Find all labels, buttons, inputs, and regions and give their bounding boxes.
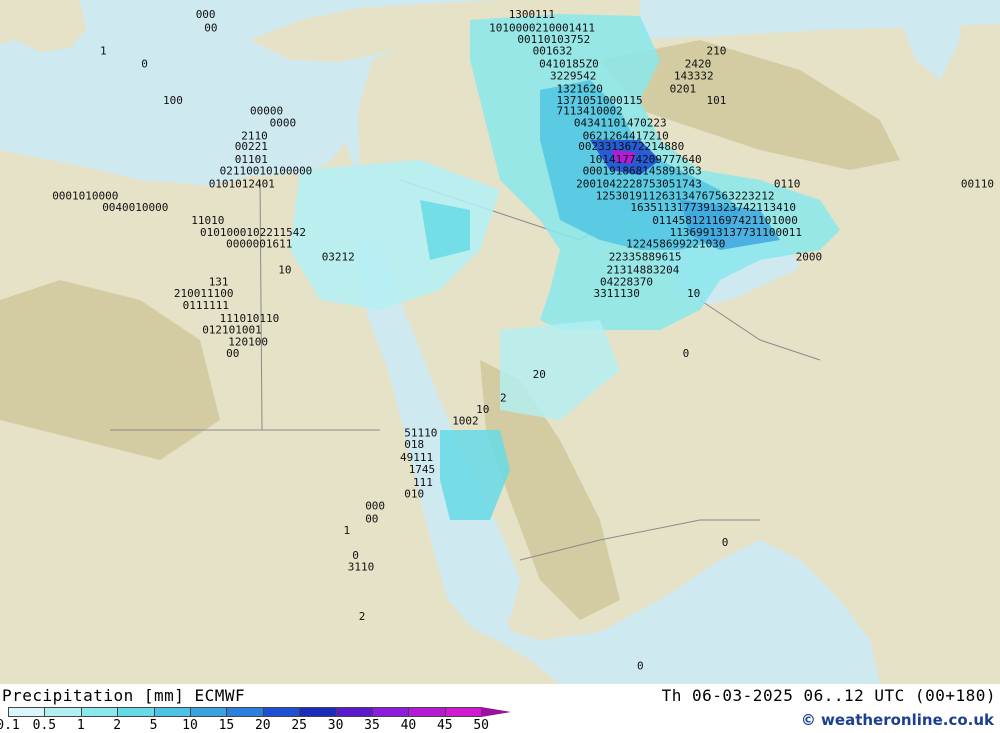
precip-value: 00110 bbox=[961, 178, 994, 191]
precip-value: 22335889615 bbox=[609, 251, 682, 264]
legend-tick-label: 0.5 bbox=[32, 718, 57, 733]
precip-value: 0110 bbox=[774, 178, 801, 191]
precip-value: 0101012401 bbox=[209, 178, 275, 191]
precip-value: 02110010100000 bbox=[220, 165, 313, 178]
legend-tick-label: 5 bbox=[149, 718, 158, 733]
precip-value: 2000 bbox=[796, 251, 823, 264]
valid-time-label: Th 06-03-2025 06..12 UTC (00+180) bbox=[661, 686, 996, 705]
precip-value: 0000 bbox=[270, 116, 297, 129]
precip-value: 1002 bbox=[452, 415, 479, 428]
legend-arrow bbox=[481, 707, 512, 717]
precip-value: 00 bbox=[204, 21, 217, 34]
legend-swatch bbox=[371, 707, 409, 717]
precip-value: 000 bbox=[196, 8, 216, 21]
precip-value: 00 bbox=[365, 512, 378, 525]
legend-tick-label: 10 bbox=[182, 718, 198, 733]
precipitation-map: 1300111 1010000210001411 00110103752 001632… bbox=[0, 0, 1000, 684]
legend-swatch bbox=[189, 707, 227, 717]
legend-swatch bbox=[117, 707, 154, 717]
legend-tick-labels: 0.1 0.5 1 2 5 10 15 20 25 30 35 40 45 50 bbox=[0, 718, 520, 733]
precip-value: 20 bbox=[533, 368, 546, 381]
legend-tick-label: 20 bbox=[254, 718, 271, 733]
precip-value: 210 bbox=[707, 45, 727, 58]
precip-value: 0 bbox=[722, 536, 729, 549]
legend-tick-label: 50 bbox=[473, 718, 490, 733]
precip-value: 010 bbox=[404, 488, 424, 501]
precip-value: 0111111 bbox=[183, 299, 229, 312]
legend-swatch bbox=[262, 707, 300, 717]
precip-value: 0201 bbox=[670, 83, 697, 96]
precip-value: 2 bbox=[359, 610, 366, 623]
legend-tick-label: 35 bbox=[364, 718, 380, 733]
legend-swatch bbox=[226, 707, 263, 717]
credit-link[interactable]: © weatheronline.co.uk bbox=[801, 711, 994, 729]
precip-value: 0 bbox=[637, 660, 644, 673]
precip-value: 0 bbox=[683, 347, 690, 360]
legend-tick-label: 15 bbox=[218, 718, 235, 733]
precip-value: 0 bbox=[141, 58, 148, 71]
precip-value: 0023313672214880 bbox=[578, 140, 684, 153]
precip-value: 2 bbox=[500, 391, 507, 404]
legend-tick-label: 30 bbox=[327, 718, 344, 733]
precip-value: 1 bbox=[100, 45, 107, 58]
precip-value: 018 bbox=[404, 438, 424, 451]
precip-value: 001632 bbox=[533, 45, 573, 58]
precip-value: 3311130 bbox=[594, 287, 640, 300]
precip-value: 00 bbox=[226, 347, 239, 360]
precip-value: 3229542 bbox=[550, 70, 596, 83]
precip-value: 3110 bbox=[348, 561, 375, 574]
precip-value: 1745 bbox=[409, 463, 436, 476]
precip-value: 10 bbox=[278, 264, 291, 277]
precip-value: 1635113177391323742113410 bbox=[630, 201, 796, 214]
legend-tick-label: 2 bbox=[113, 718, 122, 733]
precip-value: 143332 bbox=[674, 70, 714, 83]
legend-swatch bbox=[299, 707, 336, 717]
legend-swatch bbox=[335, 707, 372, 717]
precip-value: 1 bbox=[344, 524, 351, 537]
legend-tick-label: 0.1 bbox=[0, 718, 20, 733]
precip-value: 0040010000 bbox=[102, 201, 168, 214]
legend-tick-label: 25 bbox=[291, 718, 308, 733]
map-footer: Precipitation [mm] ECMWF 0.1 0.5 1 2 5 10 15 20… bbox=[0, 684, 1000, 733]
precip-value: 0000001611 bbox=[226, 238, 292, 251]
precip-value: 10 bbox=[687, 287, 700, 300]
precip-value: 122458699221030 bbox=[626, 238, 725, 251]
legend-swatch bbox=[8, 707, 45, 717]
precip-value: 000191868145891363 bbox=[583, 165, 702, 178]
legend-title: Precipitation [mm] ECMWF bbox=[2, 686, 246, 705]
legend-tick-label: 1 bbox=[76, 718, 85, 733]
legend-tick-label: 40 bbox=[400, 718, 417, 733]
legend-tick-label: 45 bbox=[436, 718, 453, 733]
precip-value: 00221 bbox=[235, 140, 268, 153]
precip-value: 100 bbox=[163, 94, 183, 107]
precip-value: 03212 bbox=[322, 251, 355, 264]
legend-swatch bbox=[80, 707, 118, 717]
legend-color-bar bbox=[8, 707, 512, 717]
precip-value: 1300111 bbox=[509, 8, 555, 21]
precip-value: 04341101470223 bbox=[574, 116, 667, 129]
legend-swatch bbox=[408, 707, 445, 717]
map-canvas: 1300111101000021000141100110103752001632… bbox=[0, 0, 1000, 684]
precip-value: 101 bbox=[707, 94, 727, 107]
legend-swatch bbox=[153, 707, 190, 717]
precip-value: 000 bbox=[365, 499, 385, 512]
legend-swatch bbox=[444, 707, 482, 717]
legend-swatch bbox=[44, 707, 81, 717]
